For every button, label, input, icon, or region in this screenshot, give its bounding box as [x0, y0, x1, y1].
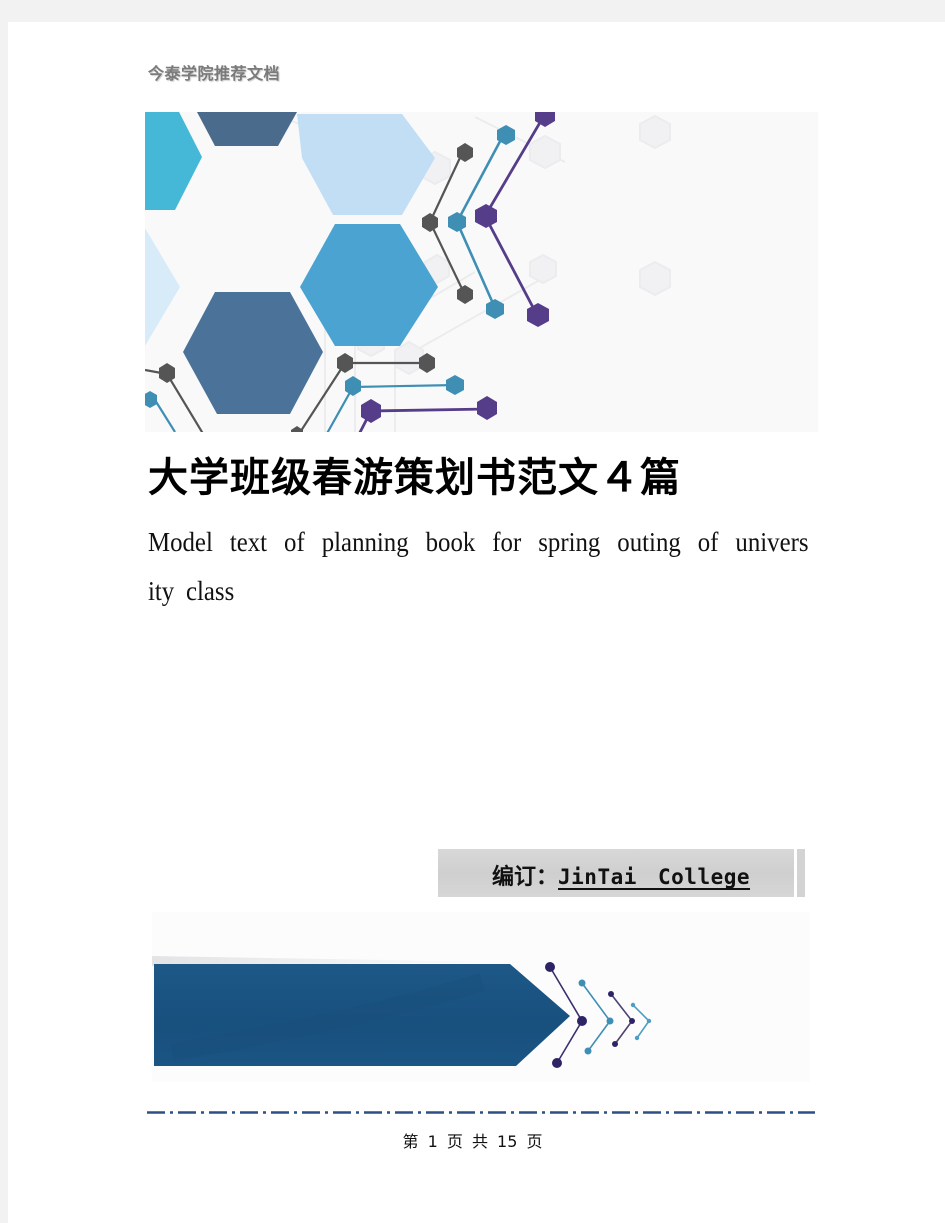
hexagon-network-graphic: [145, 112, 818, 432]
page-number: 第 1 页 共 15 页: [402, 1132, 543, 1151]
compiler-name: JinTai College: [558, 865, 751, 889]
hexagon-light-blue: [297, 114, 435, 215]
hexagon-pale: [145, 228, 180, 346]
hexagon-cyan: [145, 112, 202, 210]
hexagon-steel: [183, 292, 323, 414]
document-subtitle: Model text of planning book for spring o…: [148, 518, 810, 616]
subtitle-line-1: Model text of planning book for spring o…: [148, 527, 809, 557]
compiler-label: 编订：: [492, 865, 559, 890]
hexagon-mid-blue: [300, 224, 438, 346]
document-header: 今泰学院推荐文档: [148, 64, 281, 83]
document-title: 大学班级春游策划书范文４篇: [148, 455, 681, 501]
footer-divider: [147, 1111, 815, 1114]
compiler-credit: 编订：JinTai College: [492, 859, 750, 891]
compiler-box: 编订：JinTai College: [438, 849, 794, 897]
subtitle-line-2: ity class: [148, 576, 235, 606]
hexagon-navy-top: [197, 112, 297, 146]
compiler-box-edge: [797, 849, 805, 897]
arrow-banner-icon: [152, 956, 652, 1068]
hexagon-network-icon: [145, 112, 671, 432]
arrow-chevron-graphic: [152, 912, 810, 1082]
